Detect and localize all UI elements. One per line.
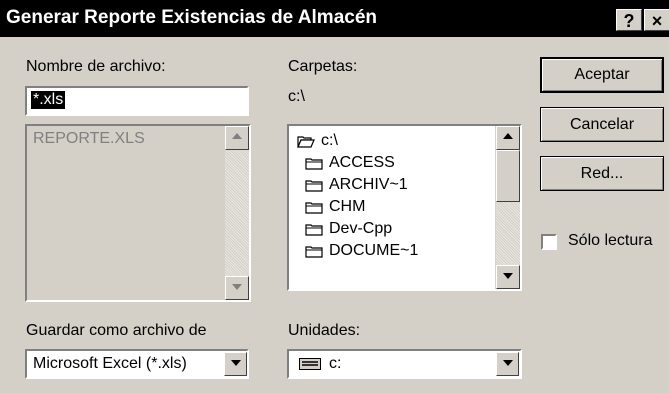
folder-list[interactable]: c:\ ACCESS ARCHIV~1 CHM Dev-Cpp DOCUME~1: [287, 124, 522, 291]
drives-select[interactable]: c:: [287, 349, 522, 379]
file-list[interactable]: REPORTE.XLS: [25, 124, 251, 302]
drives-label: Unidades:: [288, 322, 361, 339]
up-arrow-icon: [232, 133, 242, 139]
folder-name: ACCESS: [329, 154, 395, 171]
file-list-scrollbar[interactable]: [224, 126, 249, 300]
folder-item-docume[interactable]: DOCUME~1: [297, 240, 418, 262]
folder-icon: [305, 245, 323, 258]
current-path: c:\: [288, 88, 305, 105]
up-arrow-icon: [503, 133, 513, 139]
folder-item-devcpp[interactable]: Dev-Cpp: [297, 218, 418, 240]
down-arrow-icon: [232, 284, 242, 290]
scroll-thumb[interactable]: [496, 150, 520, 202]
cancel-button[interactable]: Cancelar: [540, 107, 664, 142]
folder-list-scrollbar[interactable]: [495, 126, 520, 289]
folder-item-access[interactable]: ACCESS: [297, 152, 418, 174]
open-folder-icon: [297, 135, 315, 148]
chevron-down-icon: [230, 360, 241, 366]
save-as-select[interactable]: Microsoft Excel (*.xls): [25, 349, 249, 379]
scroll-up-button[interactable]: [225, 126, 249, 150]
close-button[interactable]: ×: [644, 9, 669, 31]
network-button[interactable]: Red...: [540, 156, 664, 191]
read-only-label: Sólo lectura: [568, 232, 653, 249]
folder-item-chm[interactable]: CHM: [297, 196, 418, 218]
drives-value: c:: [329, 355, 342, 372]
folder-icon: [305, 157, 323, 170]
file-name-label: Nombre de archivo:: [26, 58, 166, 75]
file-list-item[interactable]: REPORTE.XLS: [33, 130, 145, 148]
file-name-value: *.xls: [31, 91, 66, 109]
folder-name: CHM: [329, 198, 366, 215]
folder-name: DOCUME~1: [329, 242, 419, 259]
folder-name: ARCHIV~1: [329, 176, 408, 193]
down-arrow-icon: [503, 273, 513, 279]
scroll-down-button[interactable]: [496, 265, 520, 289]
folder-name: c:\: [321, 132, 338, 149]
folder-name: Dev-Cpp: [329, 220, 393, 237]
title-bar: Generar Reporte Existencias de Almacén ?…: [0, 0, 669, 37]
save-as-dropdown-button[interactable]: [224, 352, 247, 376]
drive-icon: [299, 358, 321, 370]
folder-icon: [305, 223, 323, 236]
window-title: Generar Reporte Existencias de Almacén: [6, 7, 378, 28]
help-button[interactable]: ?: [616, 9, 642, 31]
folder-item-archiv[interactable]: ARCHIV~1: [297, 174, 418, 196]
save-as-value: Microsoft Excel (*.xls): [33, 355, 187, 372]
file-name-input[interactable]: *.xls: [25, 86, 249, 116]
folder-item-root[interactable]: c:\: [297, 130, 418, 152]
drives-dropdown-button[interactable]: [496, 352, 519, 376]
folder-icon: [305, 179, 323, 192]
accept-button[interactable]: Aceptar: [540, 57, 664, 93]
chevron-down-icon: [502, 360, 513, 366]
folder-tree: c:\ ACCESS ARCHIV~1 CHM Dev-Cpp DOCUME~1: [297, 130, 418, 262]
scroll-up-button[interactable]: [496, 126, 520, 150]
folders-label: Carpetas:: [288, 58, 358, 75]
scroll-down-button[interactable]: [225, 276, 249, 300]
folder-icon: [305, 201, 323, 214]
read-only-checkbox[interactable]: [541, 234, 557, 250]
save-as-label: Guardar como archivo de: [26, 322, 207, 339]
